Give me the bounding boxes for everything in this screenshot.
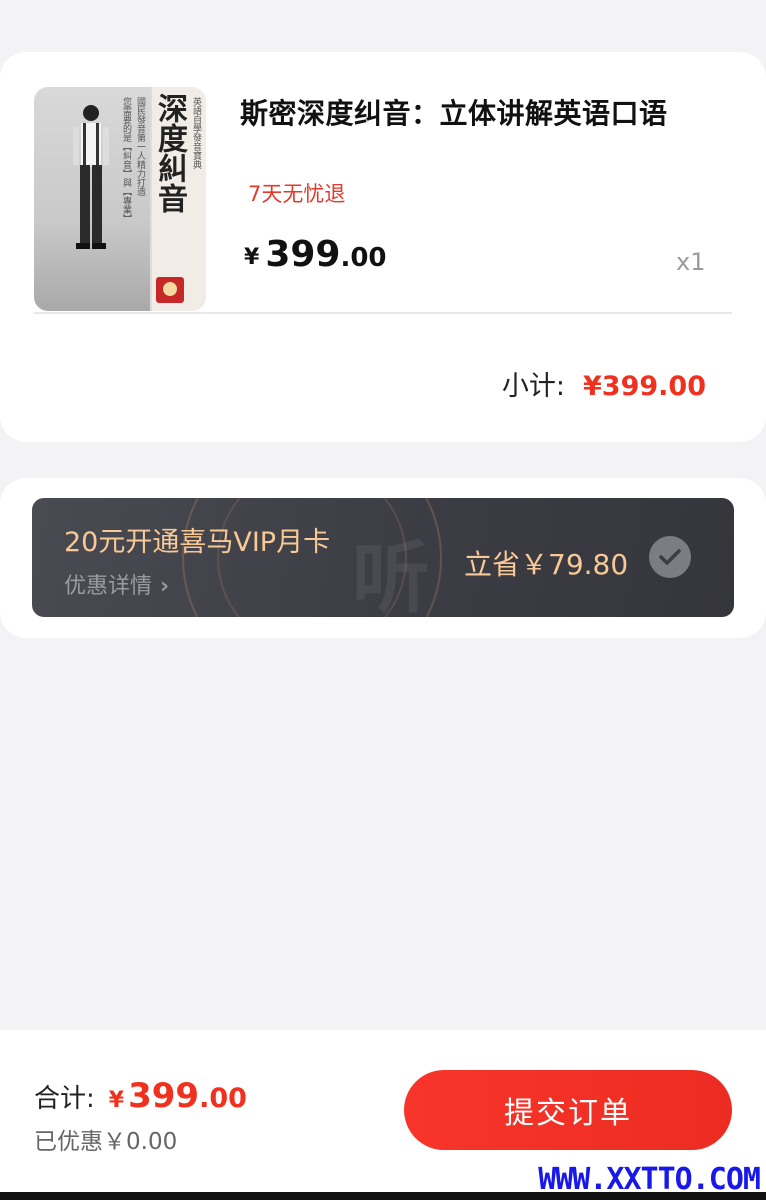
chevron-right-icon: › [160,574,170,599]
cover-person-figure [73,105,109,249]
cover-column-1: 國民發音第一人精力打造 [135,97,145,196]
product-cover-image[interactable]: 深度糾音 英語自學發音寶典 國民發音第一人精力打造 您需要的是【糾音】與【專業】 [34,87,206,311]
vip-details-label: 优惠详情 [64,574,153,599]
vip-offer-card: 听 20元开通喜马VIP月卡 优惠详情 › 立省￥79.80 [0,478,766,638]
quantity-label: x1 [676,248,706,276]
vip-offer-title: 20元开通喜马VIP月卡 [64,527,331,558]
vip-offer-banner[interactable]: 听 20元开通喜马VIP月卡 优惠详情 › 立省￥79.80 [32,498,734,617]
check-icon [659,549,681,565]
total-integer: 399 [128,1076,200,1116]
total-decimal: .00 [199,1083,247,1114]
product-price: ¥399.00 [244,234,387,275]
vip-savings-text: 立省￥79.80 [464,548,629,581]
cover-title: 深度糾音 [152,93,187,213]
vip-offer-checkbox[interactable] [649,536,691,578]
cover-column-2: 您需要的是【糾音】與【專業】 [121,97,131,223]
divider [34,312,732,314]
subtotal-label: 小计: [501,371,566,402]
product-title[interactable]: 斯密深度纠音：立体讲解英语口语 [240,92,668,132]
order-total: 合计: ¥399.00 [34,1076,247,1116]
subtotal: 小计: ¥399.00 [502,364,706,403]
submit-order-button[interactable]: 提交订单 [404,1070,732,1150]
total-currency: ¥ [108,1088,125,1113]
total-label: 合计: [34,1084,95,1114]
price-currency: ¥ [244,245,260,270]
discount-amount: 已优惠￥0.00 [34,1129,178,1155]
subtotal-value: ¥399.00 [583,371,706,402]
publisher-logo [156,277,184,303]
refund-policy-tag: 7天无忧退 [248,182,346,206]
price-integer: 399 [265,234,341,275]
order-card: 深度糾音 英語自學發音寶典 國民發音第一人精力打造 您需要的是【糾音】與【專業】… [0,52,766,442]
cover-side-text: 英語自學發音寶典 [191,97,201,169]
banner-watermark-glyph: 听 [352,533,431,617]
price-decimal: .00 [340,243,387,273]
bottom-system-strip [0,1192,766,1200]
vip-offer-details-link[interactable]: 优惠详情 › [64,568,169,600]
